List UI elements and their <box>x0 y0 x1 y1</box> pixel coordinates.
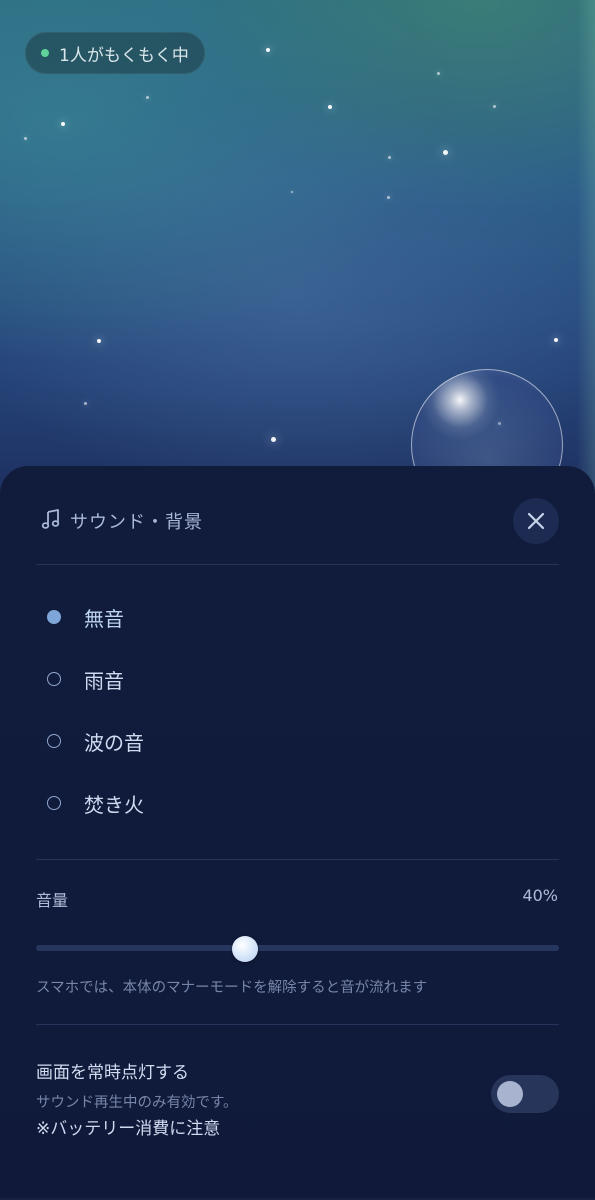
star <box>61 122 65 126</box>
star <box>145 95 149 99</box>
star <box>291 191 293 193</box>
star <box>442 149 448 155</box>
radio-button <box>47 610 61 624</box>
sheet-header: サウンド・背景 <box>36 496 559 546</box>
radio-button <box>47 796 61 810</box>
sheet-title: サウンド・背景 <box>70 512 203 533</box>
presence-indicator: 1人がもくもく中 <box>25 32 205 74</box>
star <box>97 339 101 343</box>
volume-divider <box>36 1024 559 1025</box>
background-edge-glow <box>577 0 595 520</box>
sound-note: スマホでは、本体のマナーモードを解除すると音が流れます <box>36 980 428 996</box>
star <box>328 105 332 109</box>
header-divider <box>36 564 559 565</box>
star <box>270 436 276 442</box>
presence-dot <box>41 49 49 57</box>
star <box>436 71 440 75</box>
keep-screen-on-toggle[interactable] <box>491 1075 559 1113</box>
star <box>554 338 558 342</box>
sound-option-label: 雨音 <box>84 668 124 693</box>
music-note-icon <box>41 509 60 529</box>
star <box>23 136 27 140</box>
star <box>387 155 391 159</box>
sound-option-silent[interactable]: 無音 <box>36 586 559 648</box>
star <box>492 104 496 108</box>
close-button[interactable] <box>513 498 559 544</box>
sound-option-bonfire[interactable]: 焚き火 <box>36 772 559 834</box>
volume-label: 音量 <box>36 891 69 910</box>
star <box>83 401 87 405</box>
star <box>386 195 390 199</box>
sound-option-label: 波の音 <box>84 730 144 755</box>
star <box>266 48 270 52</box>
close-icon <box>527 512 545 530</box>
volume-slider-thumb[interactable] <box>232 936 259 962</box>
sound-divider <box>36 859 559 860</box>
battery-warning: ※バッテリー消費に注意 <box>36 1119 221 1139</box>
volume-slider-track[interactable] <box>36 945 559 951</box>
volume-value: 40% <box>522 886 558 905</box>
sound-option-waves[interactable]: 波の音 <box>36 710 559 772</box>
sound-option-label: 焚き火 <box>84 792 144 817</box>
sound-option-list: 無音 雨音 波の音 焚き火 <box>36 586 559 834</box>
keep-screen-on-subtitle: サウンド再生中のみ有効です。 <box>36 1095 238 1111</box>
presence-label: 1人がもくもく中 <box>59 45 189 66</box>
volume-slider[interactable] <box>36 936 559 962</box>
radio-button <box>47 734 61 748</box>
sound-option-label: 無音 <box>84 606 124 631</box>
keep-screen-on-title: 画面を常時点灯する <box>36 1063 189 1083</box>
sound-settings-sheet: サウンド・背景 無音 雨音 波の音 焚き火 音量 40% スマホでは、本体のマナ… <box>0 466 595 1200</box>
toggle-knob <box>497 1081 523 1107</box>
radio-button <box>47 672 61 686</box>
sound-option-rain[interactable]: 雨音 <box>36 648 559 710</box>
